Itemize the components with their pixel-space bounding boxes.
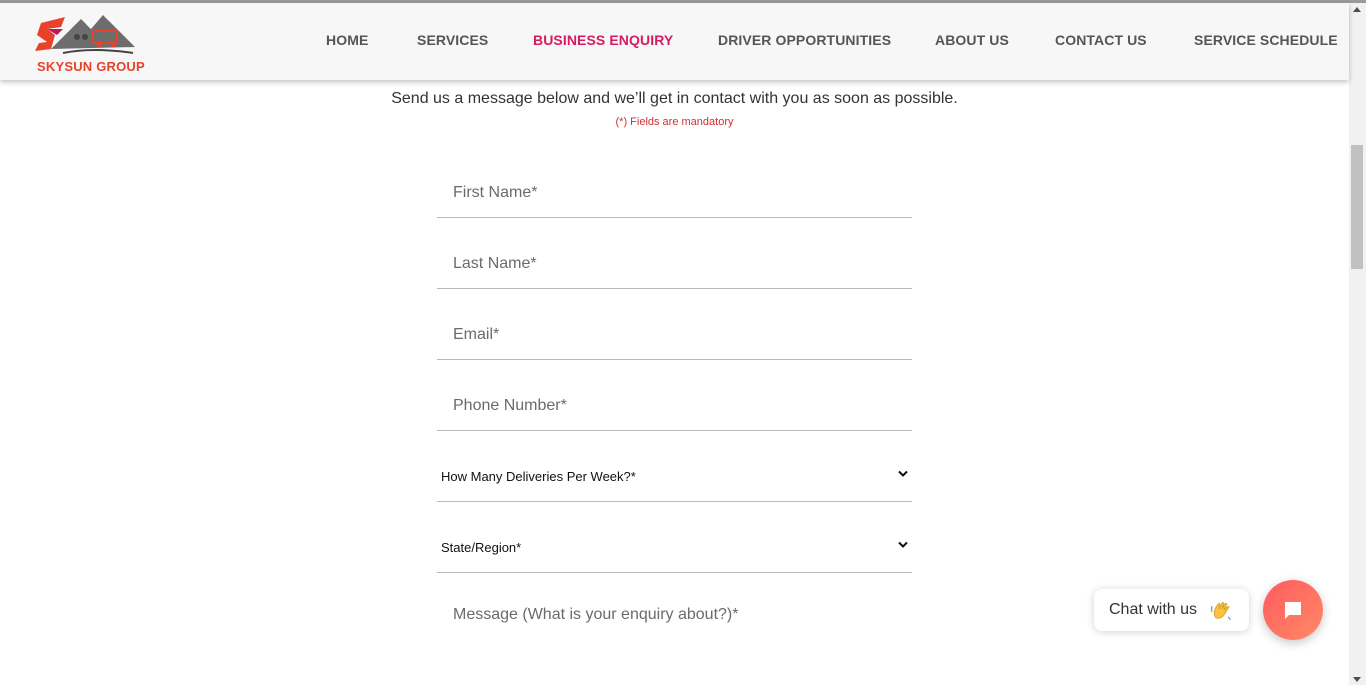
email-field[interactable] xyxy=(437,310,912,360)
nav-service-schedule[interactable]: SERVICE SCHEDULE xyxy=(1194,32,1338,48)
mandatory-note: (*) Fields are mandatory xyxy=(615,116,734,128)
phone-field[interactable] xyxy=(437,381,912,431)
last-name-field[interactable] xyxy=(437,239,912,289)
form-intro: Send us a message below and we’ll get in… xyxy=(391,90,958,107)
waving-hand-icon xyxy=(1210,602,1231,621)
nav-about-us[interactable]: ABOUT US xyxy=(935,32,1009,48)
first-name-field[interactable] xyxy=(437,168,912,218)
skysun-logo[interactable]: SKYSUN GROUP xyxy=(33,9,145,75)
message-field[interactable] xyxy=(437,596,912,685)
logo-mark-icon xyxy=(35,15,135,54)
nav-driver-opportunities[interactable]: DRIVER OPPORTUNITIES xyxy=(718,32,891,48)
nav-business-enquiry[interactable]: BUSINESS ENQUIRY xyxy=(533,32,673,48)
chat-with-us-bubble[interactable]: Chat with us xyxy=(1094,589,1249,631)
page-scrollbar[interactable] xyxy=(1349,3,1366,685)
site-header: SKYSUN GROUP HOME SERVICES BUSINESS ENQU… xyxy=(0,3,1349,80)
nav-home[interactable]: HOME xyxy=(326,32,368,48)
deliveries-select-value: How Many Deliveries Per Week?* xyxy=(441,469,636,484)
chevron-down-icon xyxy=(898,541,908,548)
chat-label: Chat with us xyxy=(1109,601,1198,618)
deliveries-select[interactable]: How Many Deliveries Per Week?* xyxy=(437,452,912,502)
scroll-up-icon[interactable] xyxy=(1353,7,1361,12)
scrollbar-thumb[interactable] xyxy=(1351,145,1363,269)
brand-name: SKYSUN GROUP xyxy=(37,59,145,74)
chevron-down-icon xyxy=(898,470,908,477)
nav-services[interactable]: SERVICES xyxy=(417,32,488,48)
state-region-select-value: State/Region* xyxy=(441,540,522,555)
chat-bubble-icon xyxy=(1285,602,1301,619)
state-region-select[interactable]: State/Region* xyxy=(437,523,912,573)
scroll-down-icon[interactable] xyxy=(1353,677,1361,682)
nav-contact-us[interactable]: CONTACT US xyxy=(1055,32,1147,48)
chat-launcher-button[interactable] xyxy=(1263,580,1323,640)
